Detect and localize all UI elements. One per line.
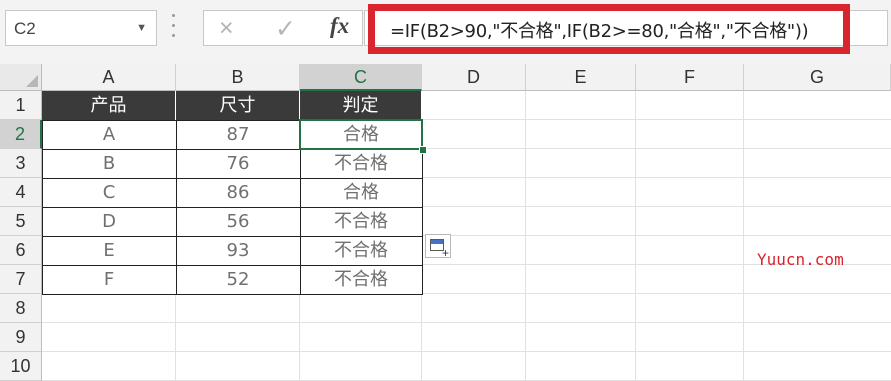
table-cell[interactable]: A (42, 120, 176, 149)
gridline (525, 91, 526, 381)
table-header-cell[interactable]: 尺寸 (176, 91, 300, 120)
table-cell[interactable]: 76 (176, 149, 300, 178)
table-cell[interactable]: 合格 (300, 120, 422, 149)
table-cell[interactable]: 56 (176, 207, 300, 236)
spreadsheet-grid[interactable]: A B C D E F G 1 2 3 4 5 6 7 8 9 10 产品 尺寸 判定 A 87 合格 B 76 不合格 C 86 合格… (0, 64, 891, 381)
column-header-e[interactable]: E (526, 64, 636, 91)
table-header-cell[interactable]: 判定 (300, 91, 422, 120)
table-cell[interactable]: F (42, 265, 176, 294)
insert-function-icon[interactable]: fx (330, 13, 349, 39)
row-header-7[interactable]: 7 (0, 265, 42, 294)
row-header-1[interactable]: 1 (0, 91, 42, 120)
column-header-f[interactable]: F (636, 64, 744, 91)
name-box[interactable]: C2 ▼ (5, 10, 157, 46)
name-box-value: C2 (14, 19, 36, 38)
row-header-9[interactable]: 9 (0, 323, 42, 352)
row-header-3[interactable]: 3 (0, 149, 42, 178)
column-header-g[interactable]: G (744, 64, 891, 91)
table-cell[interactable]: 86 (176, 178, 300, 207)
select-all-corner[interactable] (0, 64, 42, 91)
formula-text[interactable]: =IF(B2>90,"不合格",IF(B2>=80,"合格","不合格")) (390, 17, 809, 43)
chevron-down-icon[interactable]: ▼ (136, 22, 147, 34)
table-cell[interactable]: 93 (176, 236, 300, 265)
table-cell[interactable]: 合格 (300, 178, 422, 207)
gridline (42, 322, 891, 323)
fill-handle[interactable] (419, 146, 427, 154)
formula-buttons: × ✓ fx (203, 10, 363, 46)
table-cell[interactable]: 87 (176, 120, 300, 149)
column-header-a[interactable]: A (42, 64, 176, 91)
drag-handle-icon[interactable] (172, 14, 176, 42)
gridline (635, 91, 636, 381)
row-header-10[interactable]: 10 (0, 352, 42, 381)
row-header-6[interactable]: 6 (0, 236, 42, 265)
row-header-2[interactable]: 2 (0, 120, 42, 149)
table-cell[interactable]: D (42, 207, 176, 236)
row-header-4[interactable]: 4 (0, 178, 42, 207)
table-cell[interactable]: 不合格 (300, 236, 422, 265)
enter-icon[interactable]: ✓ (275, 14, 296, 44)
column-header-b[interactable]: B (176, 64, 300, 91)
table-cell[interactable]: B (42, 149, 176, 178)
cancel-icon[interactable]: × (219, 14, 234, 43)
formula-bar: C2 ▼ × ✓ fx =IF(B2>90,"不合格",IF(B2>=80,"合… (0, 0, 891, 64)
table-cell[interactable]: 不合格 (300, 265, 422, 294)
column-header-c[interactable]: C (300, 64, 422, 91)
gridline (743, 91, 744, 381)
table-header-cell[interactable]: 产品 (42, 91, 176, 120)
row-header-5[interactable]: 5 (0, 207, 42, 236)
table-cell[interactable]: C (42, 178, 176, 207)
table-cell[interactable]: 不合格 (300, 149, 422, 178)
quick-analysis-icon[interactable]: + (425, 234, 451, 260)
watermark: Yuucn.com (757, 250, 844, 269)
column-header-d[interactable]: D (422, 64, 526, 91)
row-header-8[interactable]: 8 (0, 294, 42, 323)
table-cell[interactable]: 52 (176, 265, 300, 294)
gridline (42, 351, 891, 352)
table-cell[interactable]: 不合格 (300, 207, 422, 236)
table-cell[interactable]: E (42, 236, 176, 265)
